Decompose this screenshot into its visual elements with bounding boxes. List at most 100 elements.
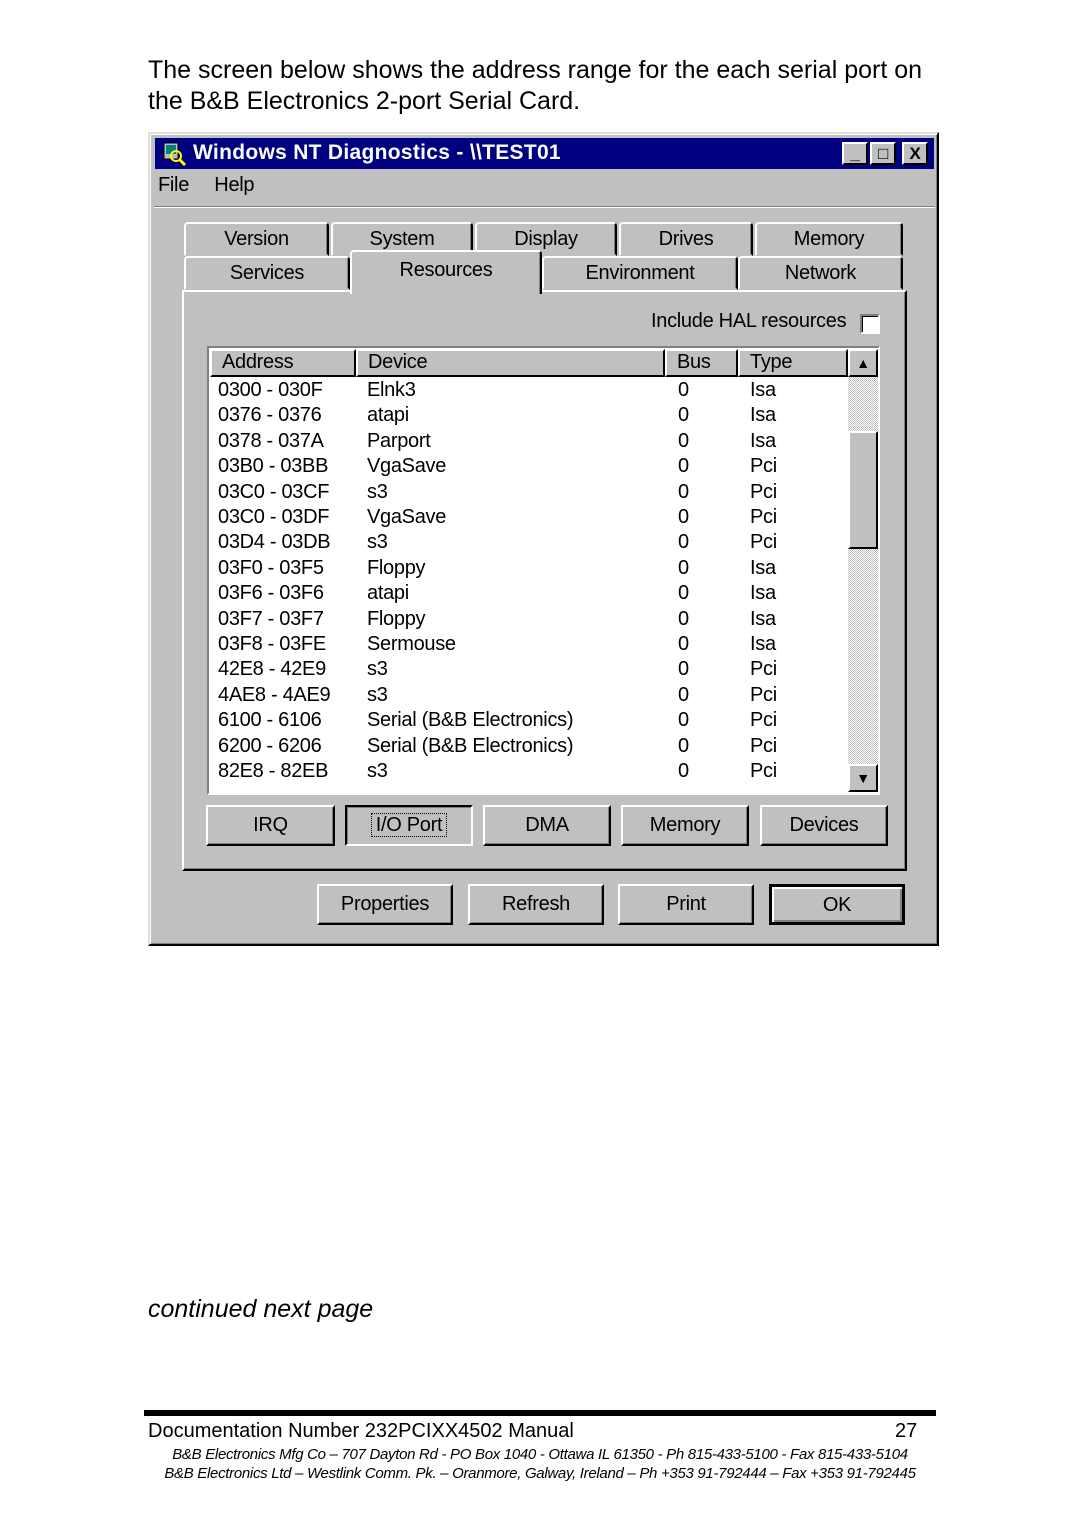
bus-cell: 0 [678, 607, 689, 630]
address-cell: 03F8 - 03FE [218, 633, 326, 655]
doc-number: Documentation Number 232PCIXX4502 Manual [148, 1420, 574, 1442]
tab-drives[interactable]: Drives [619, 222, 753, 256]
table-row[interactable]: 0376 - 0376 atapi 0 Isa [209, 403, 845, 428]
table-row[interactable]: 0300 - 030F Elnk3 0 Isa [209, 378, 845, 403]
bus-cell: 0 [678, 455, 689, 478]
devices-button[interactable]: Devices [760, 805, 888, 846]
include-hal-checkbox[interactable] [860, 314, 880, 334]
print-button[interactable]: Print [618, 884, 754, 925]
device-cell: Parport [367, 429, 431, 452]
scroll-thumb[interactable] [848, 431, 878, 549]
column-header-type[interactable]: Type [738, 349, 848, 377]
bus-cell: 0 [678, 404, 689, 427]
close-button[interactable]: X [902, 142, 928, 165]
column-header-bus[interactable]: Bus [665, 349, 738, 377]
vertical-scrollbar[interactable]: ▲ ▼ [848, 349, 878, 792]
ok-button[interactable]: OK [769, 884, 905, 925]
irq-label: IRQ [253, 814, 288, 836]
type-cell: Pci [750, 658, 777, 681]
table-row[interactable]: 03F6 - 03F6 atapi 0 Isa [209, 581, 845, 606]
table-row[interactable]: 03C0 - 03DF VgaSave 0 Pci [209, 505, 845, 530]
device-cell: s3 [367, 658, 388, 681]
type-cell: Pci [750, 734, 777, 757]
type-cell: Pci [750, 760, 777, 782]
table-row[interactable]: 4AE8 - 4AE9 s3 0 Pci [209, 683, 845, 708]
bus-cell: 0 [678, 556, 689, 579]
table-row[interactable]: 82E8 - 82EB s3 0 Pci [209, 759, 845, 784]
irq-button[interactable]: IRQ [206, 805, 335, 846]
scroll-down-button[interactable]: ▼ [848, 764, 878, 792]
device-cell: atapi [367, 404, 409, 427]
tab-version[interactable]: Version [184, 222, 329, 256]
menu-file[interactable]: File [158, 174, 189, 196]
resource-list[interactable]: Address Device Bus Type 0300 - 030F Elnk3… [207, 346, 880, 795]
address-cell: 6100 - 6106 [218, 709, 322, 732]
tab-network[interactable]: Network [738, 256, 903, 290]
tab-resources[interactable]: Resources [350, 250, 542, 294]
device-cell: Elnk3 [367, 379, 416, 401]
column-header-address[interactable]: Address [210, 349, 356, 377]
dma-button[interactable]: DMA [483, 805, 611, 846]
maximize-button[interactable]: □ [870, 142, 896, 165]
device-cell: Sermouse [367, 633, 456, 655]
table-row[interactable]: 03F8 - 03FE Sermouse 0 Isa [209, 632, 845, 657]
scroll-up-button[interactable]: ▲ [848, 349, 878, 377]
minimize-button[interactable]: _ [842, 142, 868, 165]
type-cell: Isa [750, 633, 776, 655]
table-row[interactable]: 03F0 - 03F5 Floppy 0 Isa [209, 556, 845, 581]
device-cell: s3 [367, 531, 388, 554]
table-row[interactable]: 0378 - 037A Parport 0 Isa [209, 429, 845, 454]
menu-bar: File Help [158, 174, 274, 202]
bus-cell: 0 [678, 734, 689, 757]
bus-cell: 0 [678, 531, 689, 554]
device-cell: s3 [367, 480, 388, 503]
device-cell: VgaSave [367, 455, 447, 478]
type-cell: Pci [750, 683, 777, 706]
type-cell: Isa [750, 582, 776, 605]
address-cell: 42E8 - 42E9 [218, 658, 326, 681]
footer-rule [144, 1410, 936, 1416]
footer-address-ireland: B&B Electronics Ltd – Westlink Comm. Pk.… [164, 1465, 916, 1482]
column-header-device[interactable]: Device [356, 349, 665, 377]
continued-note: continued next page [148, 1295, 374, 1323]
type-cell: Pci [750, 480, 777, 503]
title-bar[interactable]: Windows NT Diagnostics - \\TEST01 _ □ X [155, 138, 934, 169]
table-row[interactable]: 03D4 - 03DB s3 0 Pci [209, 530, 845, 555]
print-label: Print [666, 893, 706, 915]
ok-label: OK [822, 894, 852, 916]
bus-cell: 0 [678, 429, 689, 452]
properties-button[interactable]: Properties [317, 884, 453, 925]
table-row[interactable]: 03C0 - 03CF s3 0 Pci [209, 480, 845, 505]
address-cell: 4AE8 - 4AE9 [218, 683, 331, 706]
address-cell: 6200 - 6206 [218, 734, 322, 757]
intro-paragraph: The screen below shows the address range… [148, 56, 923, 115]
device-cell: Serial (B&B Electronics) [367, 709, 574, 732]
table-row[interactable]: 03F7 - 03F7 Floppy 0 Isa [209, 607, 845, 632]
page-number: 27 [895, 1420, 918, 1442]
menu-separator [154, 206, 935, 208]
address-cell: 03F7 - 03F7 [218, 607, 324, 630]
tab-memory[interactable]: Memory [755, 222, 903, 256]
window-title: Windows NT Diagnostics - \\TEST01 [193, 141, 561, 164]
table-row[interactable]: 6200 - 6206 Serial (B&B Electronics) 0 Pci [209, 734, 845, 759]
type-cell: Pci [750, 709, 777, 732]
type-cell: Pci [750, 531, 777, 554]
address-cell: 03C0 - 03DF [218, 506, 330, 528]
io-port-button[interactable]: I/O Port [345, 805, 473, 846]
refresh-button[interactable]: Refresh [468, 884, 604, 925]
tab-environment[interactable]: Environment [542, 256, 738, 290]
menu-help[interactable]: Help [214, 174, 254, 196]
device-cell: Floppy [367, 607, 426, 630]
table-row[interactable]: 42E8 - 42E9 s3 0 Pci [209, 657, 845, 682]
table-row[interactable]: 03B0 - 03BB VgaSave 0 Pci [209, 454, 845, 479]
type-cell: Pci [750, 455, 777, 478]
bus-cell: 0 [678, 633, 689, 655]
type-cell: Isa [750, 379, 776, 401]
table-row[interactable]: 6100 - 6106 Serial (B&B Electronics) 0 Pci [209, 708, 845, 733]
memory-button[interactable]: Memory [621, 805, 749, 846]
dma-label: DMA [525, 814, 569, 836]
device-cell: Serial (B&B Electronics) [367, 734, 574, 757]
properties-label: Properties [340, 893, 430, 915]
device-cell: s3 [367, 760, 388, 782]
tab-services[interactable]: Services [184, 256, 350, 290]
